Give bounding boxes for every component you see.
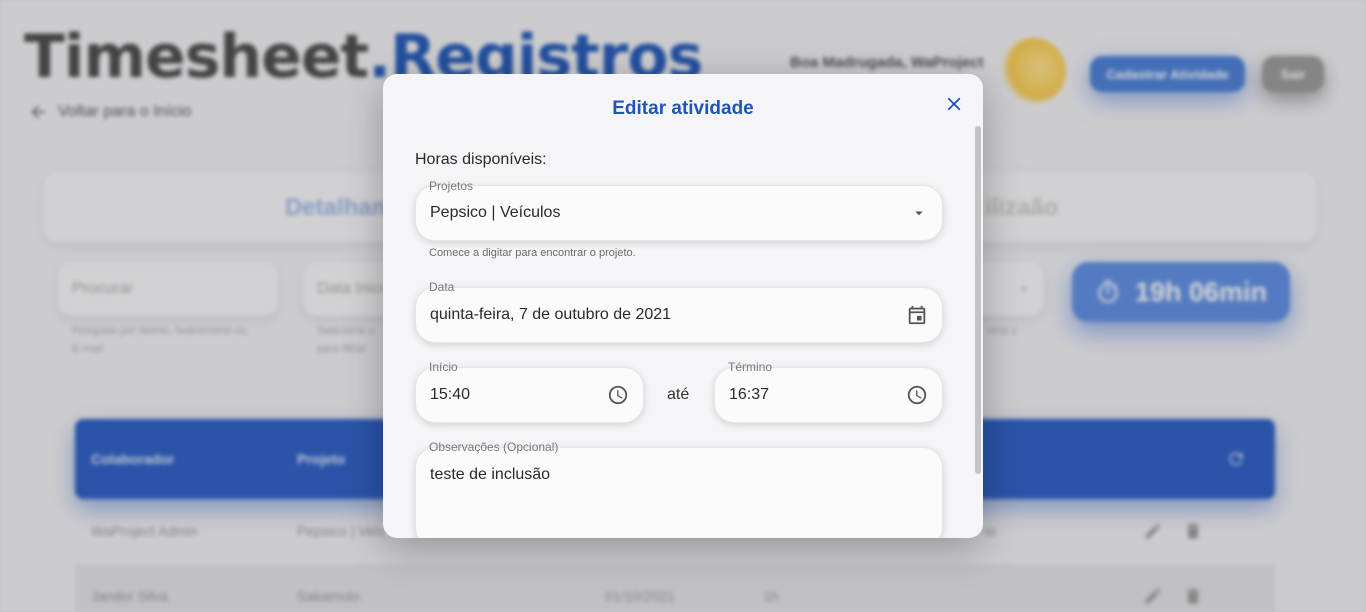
start-time-field[interactable]: 15:40 bbox=[415, 367, 644, 423]
date-field[interactable]: quinta-feira, 7 de outubro de 2021 bbox=[415, 287, 943, 343]
date-value: quinta-feira, 7 de outubro de 2021 bbox=[430, 306, 672, 323]
clock-icon[interactable] bbox=[906, 384, 928, 406]
edit-activity-dialog: Editar atividade Horas disponíveis: Peps… bbox=[383, 74, 983, 538]
project-value: Pepsico | Veículos bbox=[430, 204, 561, 221]
notes-label: Observações (Opcional) bbox=[429, 440, 559, 454]
end-time-field[interactable]: 16:37 bbox=[714, 367, 943, 423]
dialog-scrollbar[interactable] bbox=[975, 126, 981, 474]
date-label: Data bbox=[429, 280, 455, 294]
dropdown-arrow-icon[interactable] bbox=[910, 204, 928, 222]
close-icon[interactable] bbox=[943, 93, 965, 115]
dialog-title: Editar atividade bbox=[612, 98, 754, 119]
between-text: até bbox=[667, 386, 690, 403]
end-time-label: Término bbox=[728, 360, 773, 374]
notes-textarea[interactable]: teste de inclusão bbox=[415, 447, 943, 538]
clock-icon[interactable] bbox=[607, 384, 629, 406]
start-time-value: 15:40 bbox=[430, 386, 471, 403]
end-time-value: 16:37 bbox=[729, 386, 770, 403]
project-helper: Comece a digitar para encontrar o projet… bbox=[429, 247, 636, 259]
project-label: Projetos bbox=[429, 179, 474, 193]
start-time-label: Início bbox=[429, 360, 458, 374]
hours-available-label: Horas disponíveis: bbox=[415, 151, 547, 168]
calendar-icon[interactable] bbox=[906, 304, 928, 326]
project-select[interactable]: Pepsico | Veículos bbox=[415, 185, 943, 241]
notes-value: teste de inclusão bbox=[430, 466, 551, 483]
